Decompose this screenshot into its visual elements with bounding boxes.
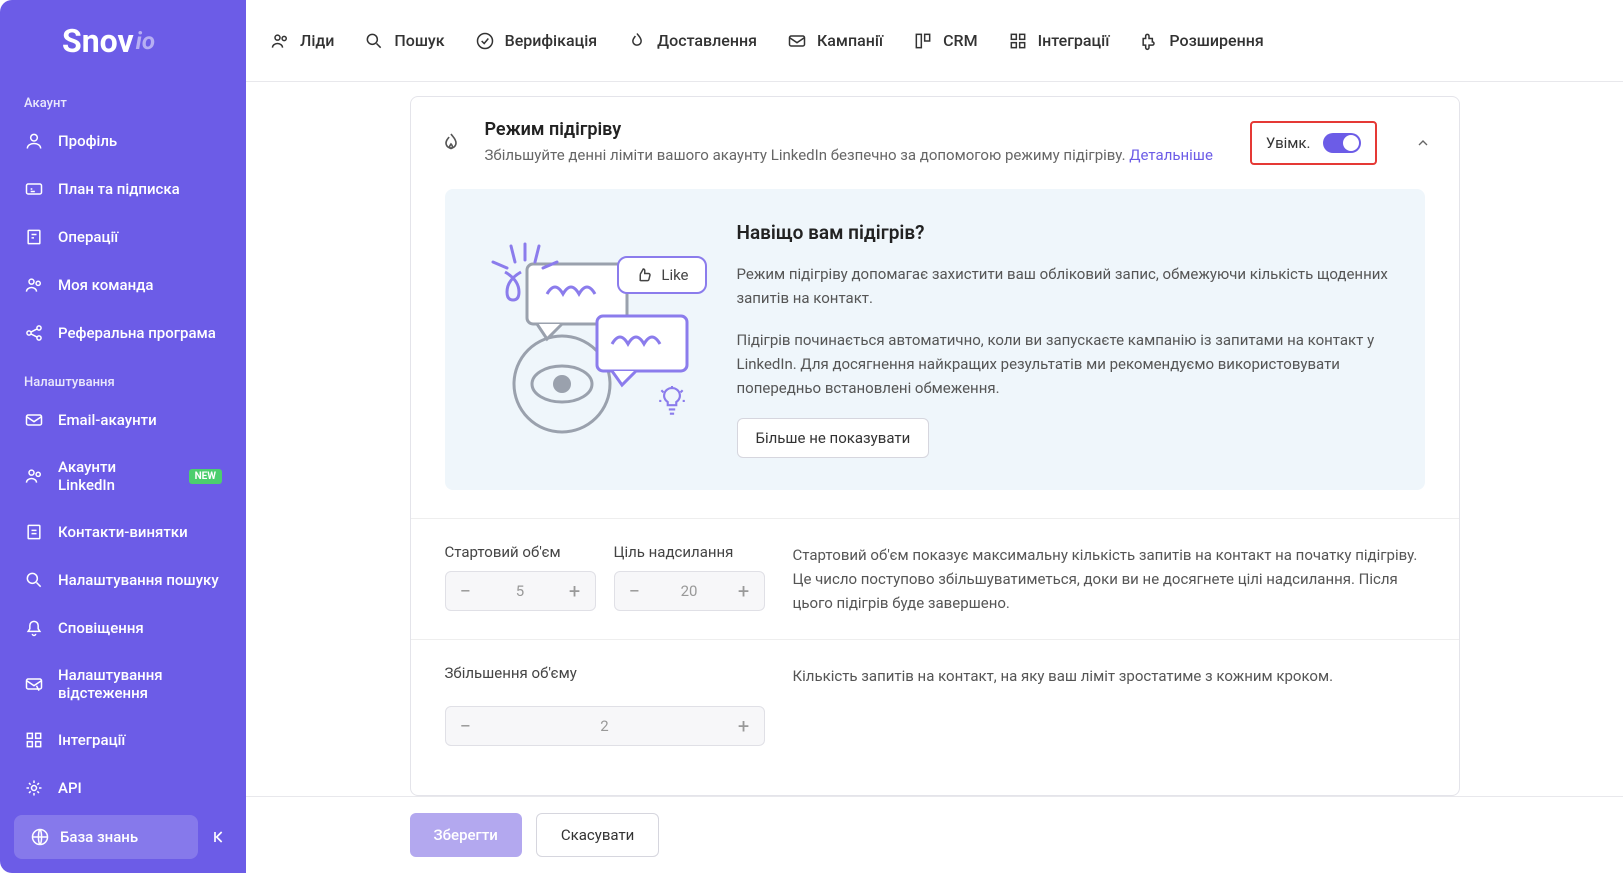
team-icon — [24, 466, 44, 486]
mail-icon — [24, 410, 44, 430]
bell-icon — [24, 618, 44, 638]
nav-leads[interactable]: Ліди — [270, 31, 334, 51]
cancel-button[interactable]: Скасувати — [536, 813, 659, 857]
warmup-toggle-highlight: Увімк. — [1250, 121, 1377, 165]
info-para-1: Режим підігріву допомагає захистити ваш … — [737, 262, 1393, 310]
start-increment-button[interactable]: + — [555, 571, 595, 611]
start-volume-stepper[interactable]: − 5 + — [445, 571, 596, 611]
new-badge: NEW — [189, 469, 222, 484]
card-header: Режим підігріву Збільшуйте денні ліміти … — [411, 97, 1459, 189]
increase-description: Кількість запитів на контакт, на яку ваш… — [793, 664, 1425, 746]
check-icon — [475, 31, 495, 51]
sidebar-item-plan[interactable]: План та підписка — [0, 165, 246, 213]
doc-icon — [24, 522, 44, 542]
start-volume-label: Стартовий об'єм — [445, 543, 596, 561]
sidebar: Snovio Акаунт Профіль План та підписка О… — [0, 0, 246, 873]
search-icon — [24, 570, 44, 590]
sidebar-item-search-settings[interactable]: Налаштування пошуку — [0, 556, 246, 604]
nav-integrations[interactable]: Інтеграції — [1008, 31, 1110, 51]
mail-icon — [787, 31, 807, 51]
topnav: Ліди Пошук Верифікація Доставлення Кампа… — [246, 0, 1623, 82]
card-icon — [24, 179, 44, 199]
card-subtitle: Збільшуйте денні ліміти вашого акаунту L… — [485, 144, 1230, 167]
increase-value: 2 — [486, 717, 724, 735]
details-link[interactable]: Детальніше — [1129, 146, 1213, 164]
bulb-icon — [659, 386, 685, 422]
bottom-bar: Зберегти Скасувати — [246, 796, 1623, 873]
warmup-toggle[interactable] — [1323, 133, 1361, 153]
target-decrement-button[interactable]: − — [615, 571, 655, 611]
target-volume-value: 20 — [655, 582, 724, 600]
grid-icon — [1008, 31, 1028, 51]
increase-stepper[interactable]: − 2 + — [445, 706, 765, 746]
sidebar-item-api[interactable]: API — [0, 764, 246, 801]
sidebar-item-operations[interactable]: Операції — [0, 213, 246, 261]
fire-icon — [437, 129, 465, 157]
dismiss-info-button[interactable]: Більше не показувати — [737, 418, 930, 458]
warmup-illustration: Like — [477, 234, 697, 444]
grid-icon — [24, 730, 44, 750]
share-icon — [24, 323, 44, 343]
sidebar-section-settings: Налаштування — [0, 365, 246, 396]
increase-decrement-button[interactable]: − — [446, 706, 486, 746]
like-pill: Like — [617, 256, 706, 294]
knowledge-base-button[interactable]: База знань — [14, 815, 198, 859]
info-title: Навіщо вам підігрів? — [737, 221, 1393, 244]
volume-row: Стартовий об'єм − 5 + Ціль надсилання − — [411, 518, 1459, 639]
leads-icon — [270, 31, 290, 51]
sidebar-item-linkedin[interactable]: Акаунти LinkedIn NEW — [0, 444, 246, 508]
user-icon — [24, 131, 44, 151]
save-button[interactable]: Зберегти — [410, 813, 522, 857]
start-decrement-button[interactable]: − — [446, 571, 486, 611]
sidebar-item-profile[interactable]: Профіль — [0, 117, 246, 165]
volume-description: Стартовий об'єм показує максимальну кіль… — [793, 543, 1425, 615]
nav-delivery[interactable]: Доставлення — [627, 31, 757, 51]
target-volume-stepper[interactable]: − 20 + — [614, 571, 765, 611]
sidebar-item-referral[interactable]: Реферальна програма — [0, 309, 246, 357]
fire-icon — [627, 31, 647, 51]
card-title: Режим підігріву — [485, 119, 1230, 140]
team-icon — [24, 275, 44, 295]
main: Ліди Пошук Верифікація Доставлення Кампа… — [246, 0, 1623, 873]
collapse-sidebar-button[interactable] — [208, 825, 232, 849]
sidebar-section-account: Акаунт — [0, 86, 246, 117]
sidebar-item-tracking[interactable]: Налаштування відстеження — [0, 652, 246, 716]
warmup-card: Режим підігріву Збільшуйте денні ліміти … — [410, 96, 1460, 796]
warmup-info-panel: Like Навіщо вам підігрів? Режим підігрів… — [445, 189, 1425, 490]
sidebar-item-exclusions[interactable]: Контакти-винятки — [0, 508, 246, 556]
sidebar-item-email[interactable]: Email-акаунти — [0, 396, 246, 444]
toggle-label: Увімк. — [1266, 134, 1311, 152]
start-volume-value: 5 — [486, 582, 555, 600]
target-volume-label: Ціль надсилання — [614, 543, 765, 561]
globe-icon — [30, 827, 50, 847]
target-increment-button[interactable]: + — [724, 571, 764, 611]
crm-icon — [913, 31, 933, 51]
logo[interactable]: Snovio — [0, 0, 246, 82]
collapse-card-button[interactable] — [1413, 133, 1433, 153]
nav-verify[interactable]: Верифікація — [475, 31, 598, 51]
mail2-icon — [24, 674, 44, 694]
increase-row: Збільшення об'єму − 2 + Кількість запиті… — [411, 639, 1459, 770]
search-icon — [364, 31, 384, 51]
puzzle-icon — [1139, 31, 1159, 51]
increase-label: Збільшення об'єму — [445, 664, 765, 682]
nav-crm[interactable]: CRM — [913, 31, 978, 51]
info-para-2: Підігрів починається автоматично, коли в… — [737, 328, 1393, 400]
sidebar-item-notifications[interactable]: Сповіщення — [0, 604, 246, 652]
nav-campaigns[interactable]: Кампанії — [787, 31, 883, 51]
receipt-icon — [24, 227, 44, 247]
sidebar-item-team[interactable]: Моя команда — [0, 261, 246, 309]
api-icon — [24, 778, 44, 798]
sidebar-item-integrations[interactable]: Інтеграції — [0, 716, 246, 764]
increase-increment-button[interactable]: + — [724, 706, 764, 746]
nav-search[interactable]: Пошук — [364, 31, 444, 51]
nav-extensions[interactable]: Розширення — [1139, 31, 1263, 51]
